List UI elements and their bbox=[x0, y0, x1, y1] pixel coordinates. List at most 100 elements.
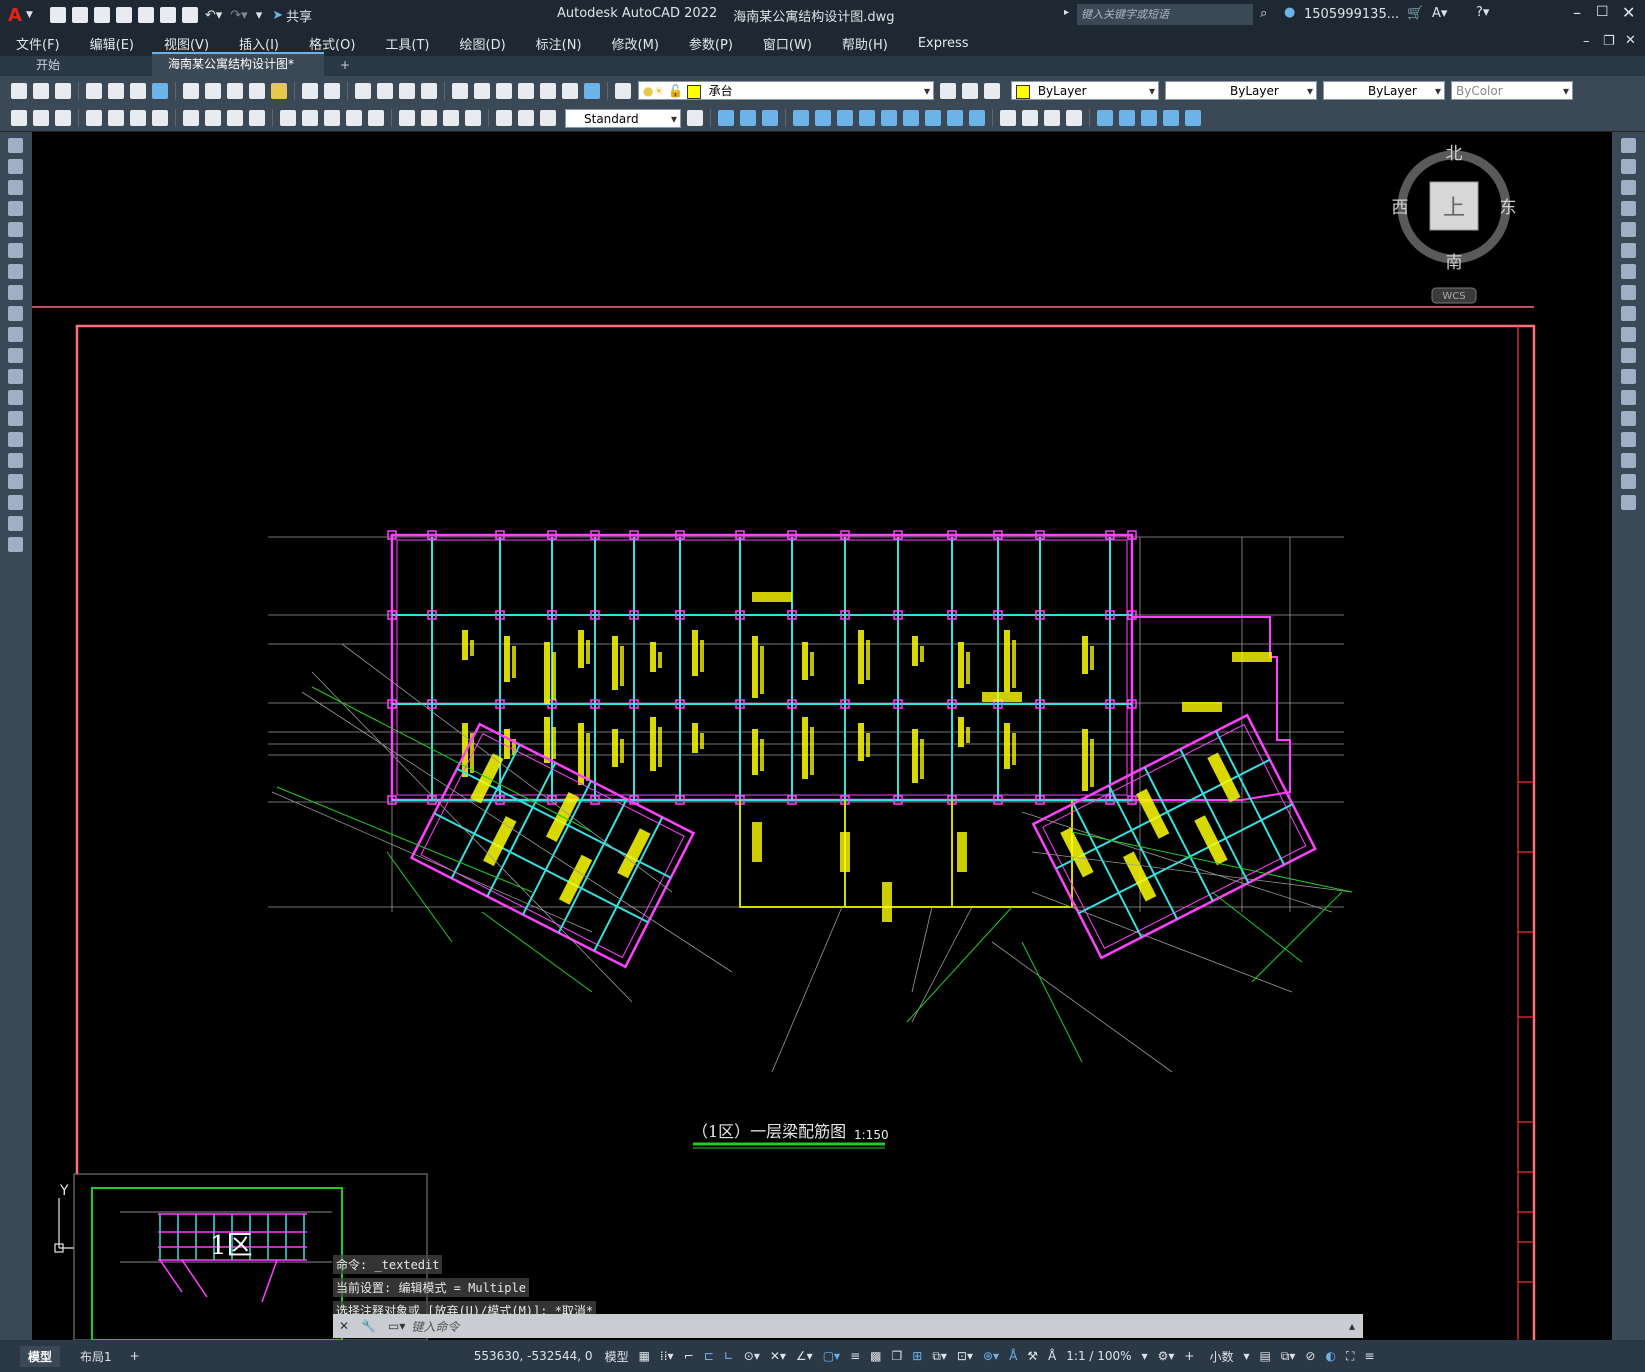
gradient-icon[interactable] bbox=[8, 453, 23, 468]
textstyle-dropdown[interactable]: Standard bbox=[565, 108, 681, 129]
region-icon[interactable] bbox=[8, 474, 23, 489]
explode-icon[interactable] bbox=[1621, 495, 1636, 510]
selection-filter-icon[interactable]: ⊡▾ bbox=[957, 1349, 973, 1363]
help-icon[interactable]: ?▾ bbox=[1476, 5, 1489, 20]
open-file-icon[interactable] bbox=[71, 7, 88, 23]
command-input[interactable]: ✕ 🔧 ▭▾ 键入命令 ▴ bbox=[333, 1314, 1363, 1338]
mirror-icon[interactable] bbox=[1621, 180, 1636, 195]
tab-start[interactable]: 开始 bbox=[20, 54, 152, 76]
app-logo[interactable]: A bbox=[8, 5, 22, 26]
copy-clip-icon[interactable] bbox=[205, 82, 221, 99]
flatshot-icon[interactable] bbox=[1185, 110, 1201, 126]
tolerance-icon[interactable] bbox=[399, 110, 415, 126]
table-style-icon[interactable] bbox=[55, 110, 71, 126]
tool-palettes-icon[interactable] bbox=[496, 82, 512, 99]
dim-text-edit-icon[interactable] bbox=[518, 110, 534, 126]
layer-properties-icon[interactable] bbox=[615, 82, 631, 99]
design-center-icon[interactable] bbox=[152, 82, 168, 99]
redo-toolbar-icon[interactable] bbox=[324, 82, 340, 99]
lock-ui-icon[interactable]: ⧉▾ bbox=[1281, 1349, 1296, 1364]
new-file-icon[interactable] bbox=[49, 7, 66, 23]
slice-icon[interactable] bbox=[1022, 110, 1038, 126]
dim-edit-icon[interactable] bbox=[496, 110, 512, 126]
zoom-previous-icon[interactable] bbox=[421, 82, 437, 99]
ordinate-dim-icon[interactable] bbox=[152, 110, 168, 126]
line-icon[interactable] bbox=[8, 138, 23, 153]
search-expand-icon[interactable]: ▸ bbox=[1064, 7, 1069, 18]
continue-dim-icon[interactable] bbox=[324, 110, 340, 126]
isodraft-icon[interactable]: ✕▾ bbox=[770, 1349, 786, 1363]
menu-parametric[interactable]: 参数(P) bbox=[689, 34, 733, 53]
join-icon[interactable] bbox=[1621, 411, 1636, 426]
dynamic-input-icon[interactable]: ⧉▾ bbox=[932, 1349, 947, 1364]
save-toolbar-icon[interactable] bbox=[55, 82, 71, 99]
command-prompt-icon[interactable]: ▭▾ bbox=[388, 1319, 405, 1333]
menu-draw[interactable]: 绘图(D) bbox=[460, 34, 506, 53]
offset-face-icon[interactable] bbox=[969, 110, 985, 126]
undo-icon[interactable]: ↶▾ bbox=[205, 8, 222, 23]
3d-box-icon[interactable] bbox=[718, 110, 734, 126]
fillet-icon[interactable] bbox=[1621, 453, 1636, 468]
ortho-icon[interactable]: ∟ bbox=[724, 1349, 734, 1363]
dynamic-ucs-icon[interactable]: ⊏ bbox=[704, 1349, 714, 1363]
move-face-icon[interactable] bbox=[947, 110, 963, 126]
layout-tab-layout1[interactable]: 布局1 bbox=[72, 1346, 120, 1367]
sheet-set-icon[interactable] bbox=[518, 82, 534, 99]
radius-dim-icon[interactable] bbox=[183, 110, 199, 126]
floor-plan[interactable] bbox=[268, 530, 1353, 1073]
help-toolbar-icon[interactable] bbox=[584, 82, 600, 99]
3d-move-icon[interactable] bbox=[793, 110, 809, 126]
layer-state-icon[interactable] bbox=[984, 82, 1000, 99]
dim-space-icon[interactable] bbox=[346, 110, 362, 126]
units-value[interactable]: 小数 bbox=[1209, 1348, 1233, 1365]
baseline-dim-icon[interactable] bbox=[302, 110, 318, 126]
clean-screen-icon[interactable]: ⛶ bbox=[1346, 1349, 1354, 1364]
polar-icon[interactable]: ⊙▾ bbox=[744, 1349, 760, 1363]
minimize-icon[interactable]: – bbox=[1573, 3, 1581, 22]
section-icon[interactable] bbox=[1044, 110, 1060, 126]
quickcalc-icon[interactable] bbox=[562, 82, 578, 99]
hardware-acceleration-icon[interactable]: ◐ bbox=[1325, 1349, 1335, 1363]
cart-icon[interactable]: 🛒 bbox=[1407, 6, 1423, 21]
polygon-icon[interactable] bbox=[8, 201, 23, 216]
break-icon[interactable] bbox=[1621, 390, 1636, 405]
arc-length-icon[interactable] bbox=[130, 110, 146, 126]
tab-drawing[interactable]: 海南某公寓结构设计图* × bbox=[152, 52, 324, 87]
lineweight-dropdown[interactable]: ByLayer bbox=[1323, 81, 1445, 101]
save-as-icon[interactable] bbox=[115, 7, 132, 23]
shell-icon[interactable] bbox=[1000, 110, 1016, 126]
extrude-face-icon[interactable] bbox=[925, 110, 941, 126]
break-at-point-icon[interactable] bbox=[1621, 369, 1636, 384]
3d-align-icon[interactable] bbox=[837, 110, 853, 126]
plot-icon[interactable] bbox=[181, 7, 198, 23]
add-selected-icon[interactable] bbox=[8, 537, 23, 552]
menu-tools[interactable]: 工具(T) bbox=[385, 34, 429, 53]
save-icon[interactable] bbox=[93, 7, 110, 23]
layout-tab-model[interactable]: 模型 bbox=[20, 1345, 61, 1367]
match-properties-icon[interactable] bbox=[249, 82, 265, 99]
customize-qat-icon[interactable]: ▾ bbox=[256, 8, 263, 23]
paste-icon[interactable] bbox=[227, 82, 243, 99]
stretch-icon[interactable] bbox=[1621, 306, 1636, 321]
add-layout-button[interactable]: + bbox=[130, 1349, 140, 1363]
publish-icon[interactable] bbox=[130, 82, 146, 99]
share-button[interactable]: 共享 bbox=[286, 6, 312, 25]
color-dropdown[interactable]: ByLayer bbox=[1011, 81, 1159, 101]
properties-icon[interactable] bbox=[452, 82, 468, 99]
open-icon[interactable] bbox=[33, 82, 49, 99]
revcloud-icon[interactable] bbox=[8, 285, 23, 300]
redo-icon[interactable]: ↷▾ bbox=[230, 8, 247, 23]
close-icon[interactable]: ✕ bbox=[1622, 3, 1635, 22]
save-web-icon[interactable] bbox=[159, 7, 176, 23]
make-block-icon[interactable] bbox=[8, 390, 23, 405]
dim-override-icon[interactable] bbox=[687, 110, 703, 126]
drawing-viewport[interactable]: 上 北 南 东 西 WCS （1区）一层梁配筋图 1:150 Y X 1 bbox=[32, 132, 1612, 1340]
dim-update-icon[interactable] bbox=[540, 110, 556, 126]
designcenter-icon[interactable] bbox=[474, 82, 490, 99]
menu-express[interactable]: Express bbox=[918, 36, 969, 51]
menu-help[interactable]: 帮助(H) bbox=[842, 34, 888, 53]
text-style-icon[interactable] bbox=[33, 110, 49, 126]
command-close-icon[interactable]: ✕ bbox=[339, 1319, 349, 1333]
ellipse-arc-icon[interactable] bbox=[8, 348, 23, 363]
rectangle-icon[interactable] bbox=[8, 222, 23, 237]
